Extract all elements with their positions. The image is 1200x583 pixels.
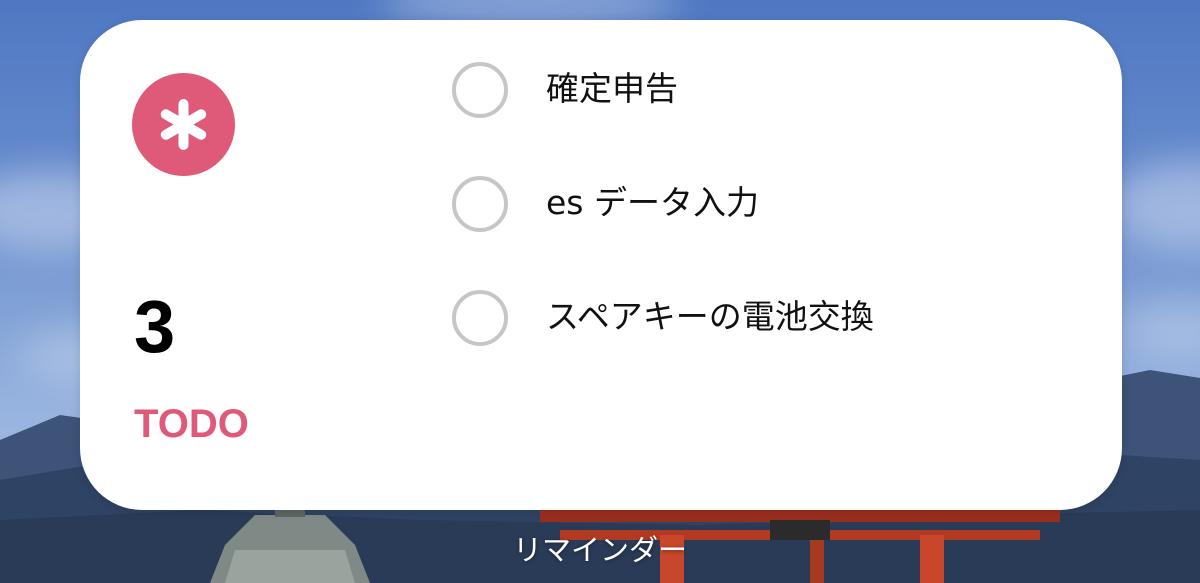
wallpaper-cloud xyxy=(1110,160,1200,250)
task-checkbox[interactable] xyxy=(452,62,508,118)
task-item[interactable]: スペアキーの電池交換 xyxy=(452,288,1092,402)
task-item[interactable]: es データ入力 xyxy=(452,174,1092,288)
reminders-list-icon[interactable] xyxy=(132,73,235,176)
task-checkbox[interactable] xyxy=(452,290,508,346)
task-item[interactable]: 確定申告 xyxy=(452,60,1092,174)
task-title: 確定申告 xyxy=(546,69,678,108)
home-screen: 3 TODO 確定申告 es データ入力 スペアキーの電池交換 リマインダー xyxy=(0,0,1200,583)
list-name: TODO xyxy=(134,402,249,446)
reminders-widget[interactable]: 3 TODO 確定申告 es データ入力 スペアキーの電池交換 xyxy=(80,20,1122,510)
wallpaper-cloud xyxy=(1120,300,1200,360)
task-list: 確定申告 es データ入力 スペアキーの電池交換 xyxy=(452,60,1092,402)
widget-label: リマインダー xyxy=(512,533,687,567)
task-title: スペアキーの電池交換 xyxy=(546,297,874,336)
asterisk-icon xyxy=(160,99,207,150)
task-title: es データ入力 xyxy=(546,183,759,222)
task-checkbox[interactable] xyxy=(452,176,508,232)
task-count: 3 xyxy=(134,285,176,368)
